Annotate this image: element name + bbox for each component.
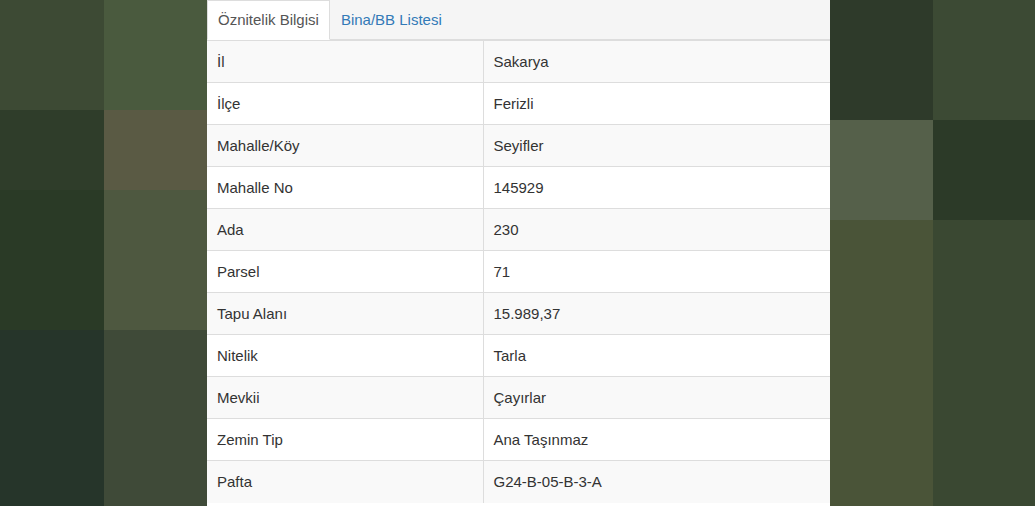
attribute-value: Ferizli: [483, 83, 830, 125]
table-row: İlSakarya: [207, 41, 830, 83]
attribute-label: Zemin Tip: [207, 419, 483, 461]
map-tile: [104, 190, 208, 330]
map-tile: [104, 0, 208, 110]
attribute-value: 145929: [483, 167, 830, 209]
map-right[interactable]: [830, 0, 1035, 506]
attribute-label: Tapu Alanı: [207, 293, 483, 335]
attribute-label: İlçe: [207, 83, 483, 125]
map-tile: [830, 120, 933, 220]
attribute-value: Sakarya: [483, 41, 830, 83]
tab[interactable]: Öznitelik Bilgisi: [207, 0, 330, 40]
attribute-value: Seyifler: [483, 125, 830, 167]
map-tile: [933, 0, 1035, 120]
attribute-label: Mahalle No: [207, 167, 483, 209]
table-row: Tapu Alanı15.989,37: [207, 293, 830, 335]
attribute-label: İl: [207, 41, 483, 83]
table-row: PaftaG24-B-05-B-3-A: [207, 461, 830, 503]
attribute-value: Tarla: [483, 335, 830, 377]
map-tile: [0, 330, 104, 506]
attribute-label: Mahalle/Köy: [207, 125, 483, 167]
attribute-value: 15.989,37: [483, 293, 830, 335]
map-tile: [104, 110, 208, 190]
map-tile: [0, 0, 104, 110]
table-row: Mahalle/KöySeyifler: [207, 125, 830, 167]
attribute-value: 71: [483, 251, 830, 293]
attribute-label: Pafta: [207, 461, 483, 503]
map-tile: [0, 190, 104, 330]
attribute-value: 230: [483, 209, 830, 251]
attribute-value: G24-B-05-B-3-A: [483, 461, 830, 503]
map-tile: [0, 110, 104, 190]
attribute-panel: Öznitelik BilgisiBina/BB ListesiİlSakary…: [207, 0, 830, 506]
table-row: Parsel71: [207, 251, 830, 293]
map-tile: [933, 120, 1035, 220]
attribute-table: İlSakaryaİlçeFerizliMahalle/KöySeyiflerM…: [207, 40, 830, 503]
attribute-label: Mevkii: [207, 377, 483, 419]
attribute-value: Çayırlar: [483, 377, 830, 419]
map-tile: [830, 220, 933, 506]
attribute-value: Ana Taşınmaz: [483, 419, 830, 461]
table-row: Mahalle No145929: [207, 167, 830, 209]
map-left[interactable]: [0, 0, 207, 506]
attribute-label: Nitelik: [207, 335, 483, 377]
table-row: MevkiiÇayırlar: [207, 377, 830, 419]
tab[interactable]: Bina/BB Listesi: [330, 0, 453, 40]
table-row: İlçeFerizli: [207, 83, 830, 125]
map-tile: [104, 330, 208, 506]
map-tile: [933, 220, 1035, 506]
table-row: NitelikTarla: [207, 335, 830, 377]
table-row: Ada230: [207, 209, 830, 251]
attribute-label: Parsel: [207, 251, 483, 293]
tab-bar: Öznitelik BilgisiBina/BB Listesi: [207, 0, 830, 40]
table-row: Zemin TipAna Taşınmaz: [207, 419, 830, 461]
map-tile: [830, 0, 933, 120]
attribute-label: Ada: [207, 209, 483, 251]
